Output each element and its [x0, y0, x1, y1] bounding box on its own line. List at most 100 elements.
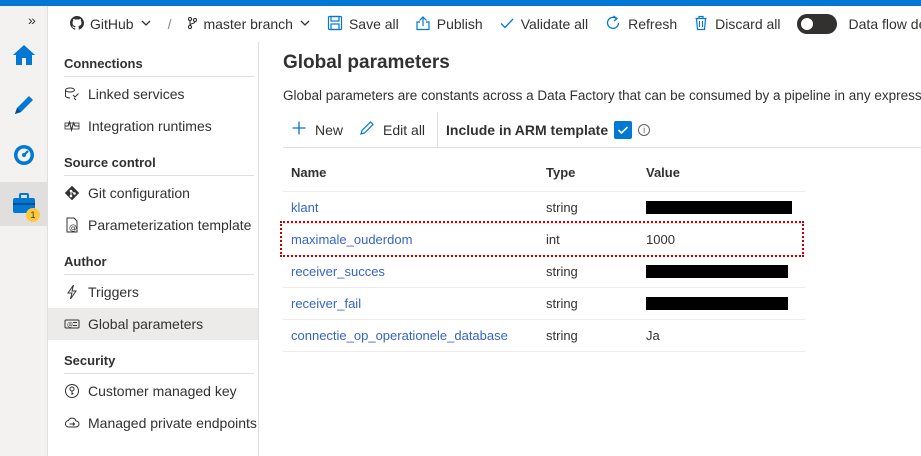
- main-content: Global parameters Global parameters are …: [259, 42, 921, 456]
- edit-all-label: Edit all: [383, 121, 426, 138]
- monitor-nav-button[interactable]: [0, 134, 48, 178]
- manage-nav-button[interactable]: 1: [0, 182, 48, 226]
- parameter-name-link[interactable]: connectie_op_operationele_database: [291, 320, 508, 351]
- parameter-value-redacted: [646, 256, 788, 287]
- page-title: Global parameters: [283, 52, 450, 73]
- save-icon: [327, 15, 343, 34]
- nav-item-linked-services[interactable]: Linked services: [48, 78, 258, 110]
- monitor-gauge-icon: [12, 143, 36, 170]
- branch-selector[interactable]: master branch: [179, 6, 318, 42]
- home-icon: [11, 43, 37, 70]
- nav-item-integration-runtimes[interactable]: Integration runtimes: [48, 110, 258, 142]
- git-icon: [64, 185, 80, 201]
- table-row[interactable]: klant string: [283, 192, 805, 224]
- refresh-button[interactable]: Refresh: [596, 6, 685, 42]
- author-nav-button[interactable]: [0, 84, 48, 128]
- parameter-name-link[interactable]: receiver_succes: [291, 256, 385, 287]
- pencil-icon: [359, 120, 375, 139]
- include-arm-checkbox[interactable]: [614, 120, 633, 139]
- parameter-name-link[interactable]: receiver_fail: [291, 288, 361, 319]
- nav-item-label: Integration runtimes: [88, 118, 212, 134]
- validate-all-button[interactable]: Validate all: [491, 6, 596, 42]
- table-row[interactable]: receiver_fail string: [283, 288, 805, 320]
- description-text: Global parameters are constants across a…: [283, 88, 921, 103]
- branch-label: master branch: [203, 16, 293, 32]
- nav-section-source-control: Source control: [64, 155, 156, 170]
- nav-item-label: Customer managed key: [88, 383, 237, 399]
- publish-label: Publish: [436, 16, 483, 32]
- nav-item-parameterization-template[interactable]: @ Parameterization template: [48, 209, 258, 241]
- parameter-name-link[interactable]: maximale_ouderdom: [291, 224, 412, 255]
- chevron-down-icon: [140, 16, 152, 32]
- nav-section-connections: Connections: [64, 56, 143, 71]
- branch-icon: [187, 16, 198, 33]
- repo-selector[interactable]: GitHub: [48, 6, 160, 42]
- svg-text:@: @: [67, 322, 73, 329]
- table-row[interactable]: receiver_succes string: [283, 256, 805, 288]
- parameter-value: Ja: [646, 328, 660, 343]
- new-button[interactable]: New: [283, 112, 351, 148]
- toggle-switch[interactable]: [796, 14, 837, 34]
- left-rail: » 1: [0, 6, 48, 456]
- save-all-label: Save all: [348, 16, 399, 32]
- integration-runtime-icon: [64, 118, 80, 134]
- nav-item-label: Linked services: [88, 86, 185, 102]
- chevron-down-icon: [299, 16, 311, 32]
- collapse-icon[interactable]: »: [28, 12, 36, 28]
- repo-label: GitHub: [90, 16, 134, 32]
- parameter-value-redacted: [646, 288, 788, 319]
- trash-icon: [693, 15, 709, 34]
- parameters-table: Name Type Value klant string maximale_ou…: [283, 154, 805, 352]
- data-flow-debug-toggle[interactable]: Data flow de: [789, 6, 921, 42]
- pencil-icon: [12, 93, 36, 120]
- lightning-icon: [64, 284, 80, 300]
- data-flow-debug-label: Data flow de: [848, 16, 921, 32]
- validate-all-label: Validate all: [520, 16, 589, 32]
- parameter-value-redacted: [646, 192, 792, 223]
- nav-section-security: Security: [64, 353, 116, 368]
- nav-item-triggers[interactable]: Triggers: [48, 276, 258, 308]
- parameter-type: int: [546, 232, 560, 247]
- nav-item-global-parameters[interactable]: @ Global parameters: [48, 308, 258, 340]
- notification-badge: 1: [26, 208, 40, 222]
- checkmark-icon: [499, 15, 515, 34]
- nav-item-label: Triggers: [88, 284, 139, 300]
- command-bar: New Edit all Include in ARM template i: [283, 111, 921, 148]
- nav-item-customer-managed-key[interactable]: Customer managed key: [48, 375, 258, 407]
- nav-item-git-configuration[interactable]: Git configuration: [48, 177, 258, 209]
- parameter-type: string: [546, 264, 578, 279]
- nav-item-label: Managed private endpoints: [88, 415, 257, 431]
- manage-nav-panel: Connections Linked services Integration …: [48, 42, 259, 456]
- parameter-type: string: [546, 328, 578, 343]
- column-header-type[interactable]: Type: [546, 154, 575, 191]
- github-icon: [70, 15, 84, 33]
- column-header-name[interactable]: Name: [291, 154, 326, 191]
- column-header-value[interactable]: Value: [646, 154, 680, 191]
- home-nav-button[interactable]: [0, 34, 48, 78]
- svg-text:@: @: [69, 223, 77, 232]
- discard-all-button[interactable]: Discard all: [685, 6, 788, 42]
- linked-services-icon: [64, 86, 80, 102]
- edit-all-button[interactable]: Edit all: [351, 112, 433, 148]
- parameter-type: string: [546, 200, 578, 215]
- parameters-icon: @: [64, 316, 80, 332]
- publish-icon: [415, 15, 431, 34]
- info-icon[interactable]: i: [638, 123, 651, 136]
- nav-item-managed-private-endpoints[interactable]: Managed private endpoints: [48, 407, 258, 439]
- top-toolbar: GitHub / master branch Save all Publish …: [48, 6, 921, 42]
- publish-button[interactable]: Publish: [407, 6, 491, 42]
- refresh-icon: [604, 14, 622, 35]
- nav-item-label: Git configuration: [88, 185, 190, 201]
- refresh-label: Refresh: [628, 16, 678, 32]
- include-arm-label: Include in ARM template: [446, 121, 609, 138]
- page-description: Global parameters are constants across a…: [283, 88, 921, 103]
- table-header-row: Name Type Value: [283, 154, 805, 192]
- save-all-button[interactable]: Save all: [319, 6, 407, 42]
- parameter-name-link[interactable]: klant: [291, 192, 318, 223]
- cloud-endpoint-icon: [64, 415, 80, 431]
- discard-all-label: Discard all: [715, 16, 781, 32]
- table-row[interactable]: connectie_op_operationele_database strin…: [283, 320, 805, 352]
- breadcrumb-separator: /: [167, 16, 172, 32]
- plus-icon: [291, 120, 307, 139]
- table-row[interactable]: maximale_ouderdom int 1000: [283, 224, 805, 256]
